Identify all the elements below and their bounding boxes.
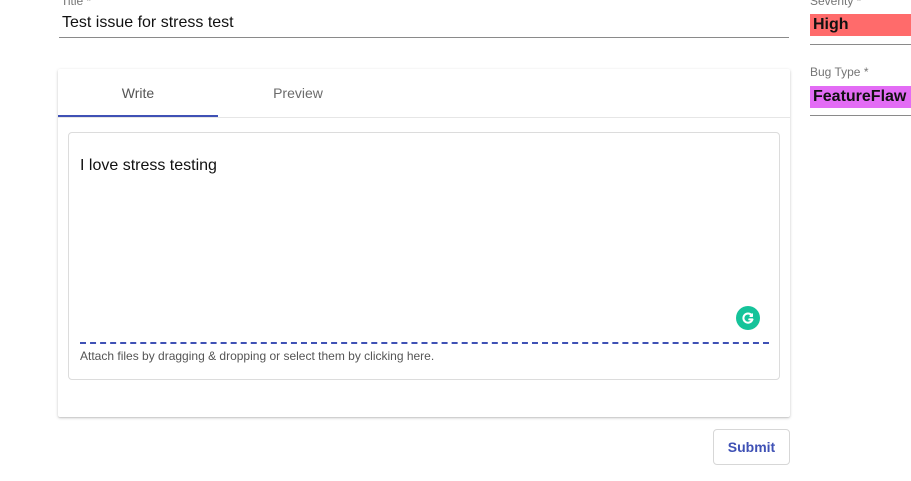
bug-type-select[interactable]: FeatureFlaw (810, 86, 911, 108)
severity-underline (810, 44, 911, 45)
editor-tabs: Write Preview (58, 69, 790, 118)
title-label: Title * (61, 0, 92, 8)
severity-label: Severity * (810, 0, 862, 8)
attach-files-link[interactable]: Attach files by dragging & dropping or s… (80, 349, 434, 363)
editor-card: Write Preview I love stress testing Atta… (58, 69, 790, 417)
severity-select[interactable]: High (810, 14, 911, 36)
issue-form: Title * Write Preview I love stress test… (0, 0, 911, 481)
grammarly-icon[interactable] (736, 306, 760, 330)
title-input[interactable] (59, 8, 789, 38)
description-editor[interactable]: I love stress testing Attach files by dr… (68, 132, 780, 380)
submit-button[interactable]: Submit (713, 429, 790, 465)
drop-zone-divider (80, 342, 769, 344)
editor-text[interactable]: I love stress testing (80, 157, 217, 175)
bug-type-label: Bug Type * (810, 65, 869, 79)
active-tab-indicator (58, 115, 218, 117)
tab-preview[interactable]: Preview (218, 69, 378, 117)
tab-write[interactable]: Write (58, 69, 218, 117)
bug-type-underline (810, 115, 911, 116)
